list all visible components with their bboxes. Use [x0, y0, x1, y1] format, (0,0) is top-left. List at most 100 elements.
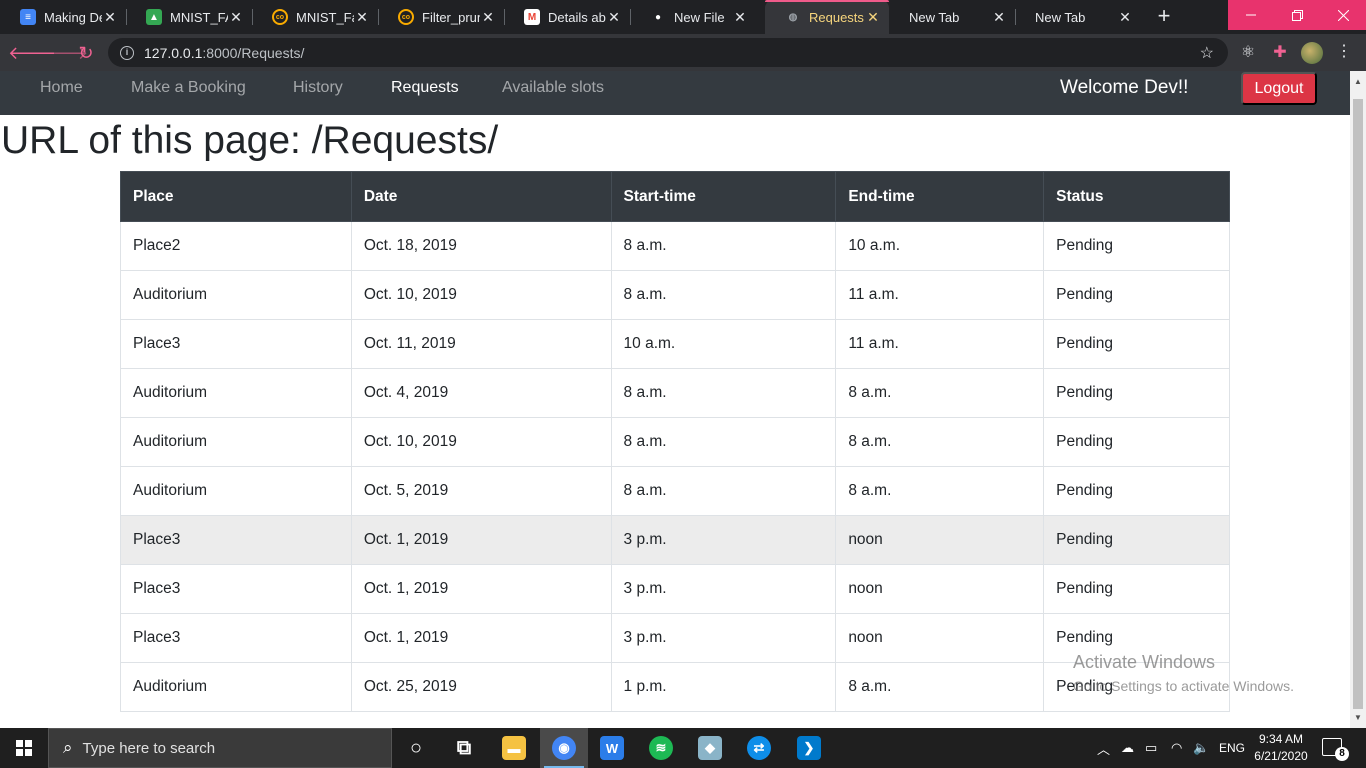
cell-start-time: 1 p.m.	[610, 662, 837, 712]
taskbar-app-button[interactable]: ❯	[785, 728, 833, 768]
nav-link-available-slots[interactable]: Available slots	[502, 79, 604, 97]
header-place: Place	[120, 171, 352, 222]
taskbar-app-button[interactable]: ⧉	[440, 728, 488, 768]
taskbar-app-button[interactable]: ▬	[490, 728, 538, 768]
cortana-icon: ○	[409, 736, 423, 759]
clock-time: 9:34 AM	[1258, 732, 1304, 746]
teamviewer-icon: ⇄	[747, 736, 771, 760]
show-hidden-icons-button[interactable]: ︿	[1097, 728, 1110, 768]
browser-tab[interactable]: co MNIST_Fasl✕	[252, 0, 378, 34]
tab-close-icon[interactable]: ✕	[102, 9, 118, 26]
restore-button[interactable]	[1274, 0, 1320, 30]
nav-link-home[interactable]: Home	[40, 79, 83, 97]
browser-tab[interactable]: New Tab ✕	[889, 0, 1015, 34]
cell-date: Oct. 1, 2019	[350, 515, 612, 565]
volume-icon[interactable]: 🔈	[1193, 728, 1209, 768]
profile-avatar[interactable]	[1301, 42, 1323, 64]
scrollbar-thumb[interactable]	[1353, 99, 1363, 709]
back-button[interactable]: 🡐	[8, 40, 56, 66]
tab-title: Making Dec	[44, 9, 102, 25]
tab-close-icon[interactable]: ✕	[865, 9, 881, 26]
browser-tab[interactable]: New Tab ✕	[1015, 0, 1141, 34]
header-start-time: Start-time	[610, 171, 837, 222]
header-date: Date	[350, 171, 612, 222]
forward-button[interactable]: 🡒	[40, 40, 88, 66]
cell-place: Place3	[120, 613, 352, 663]
taskbar-app-button[interactable]: ◆	[686, 728, 734, 768]
cell-end-time: 11 a.m.	[835, 319, 1045, 369]
notification-center-icon[interactable]: 8	[1322, 738, 1349, 761]
bookmark-star-icon[interactable]: ☆	[1200, 43, 1214, 63]
table-row: Auditorium Oct. 10, 2019 8 a.m. 11 a.m. Pend…	[120, 270, 1230, 320]
cell-start-time: 10 a.m.	[610, 319, 837, 369]
cell-place: Place2	[120, 221, 352, 271]
url-path: :8000/Requests/	[202, 44, 305, 61]
wps-writer-icon: W	[600, 736, 624, 760]
cell-place: Auditorium	[120, 466, 352, 516]
chrome-icon: ◉	[552, 736, 576, 760]
cell-end-time: 11 a.m.	[835, 270, 1045, 320]
cell-date: Oct. 1, 2019	[350, 613, 612, 663]
vscode-icon: ❯	[797, 736, 821, 760]
url-host: 127.0.0.1	[144, 44, 203, 61]
cell-end-time: 10 a.m.	[835, 221, 1045, 271]
tab-close-icon[interactable]: ✕	[480, 9, 496, 26]
site-info-icon[interactable]: i	[120, 45, 134, 60]
close-window-button[interactable]	[1320, 0, 1366, 30]
new-tab-button[interactable]: +	[1152, 5, 1176, 29]
reload-button[interactable]: ↻	[73, 40, 99, 66]
logout-button[interactable]: Logout	[1241, 72, 1317, 105]
taskbar-app-button[interactable]: ○	[392, 728, 440, 768]
browser-tab[interactable]: ● New File ✕	[630, 0, 756, 34]
language-indicator[interactable]: ENG	[1219, 728, 1245, 768]
minimize-button[interactable]	[1228, 0, 1274, 30]
taskbar-search-box[interactable]: ⌕ Type here to search	[48, 728, 392, 768]
taskbar-app-button[interactable]: ≋	[637, 728, 685, 768]
taskbar-app-button[interactable]: W	[588, 728, 636, 768]
tab-close-icon[interactable]: ✕	[991, 9, 1007, 26]
browser-tab[interactable]: ▲ MNIST_FASI✕	[126, 0, 252, 34]
extensions-puzzle-icon[interactable]: ✚	[1270, 43, 1290, 63]
cell-date: Oct. 25, 2019	[350, 662, 612, 712]
cell-place: Place3	[120, 564, 352, 614]
tab-close-icon[interactable]: ✕	[606, 9, 622, 26]
browser-tab[interactable]: co Filter_prunir✕	[378, 0, 504, 34]
tab-close-icon[interactable]: ✕	[732, 9, 748, 26]
table-row: Place3 Oct. 1, 2019 3 p.m. noon Pending	[120, 613, 1230, 663]
start-button[interactable]	[0, 728, 48, 768]
taskbar-app-button[interactable]: ⇄	[735, 728, 783, 768]
network-cloud-icon[interactable]: ☁	[1121, 728, 1134, 768]
colab-icon: co	[398, 9, 414, 25]
system-clock[interactable]: 9:34 AM 6/21/2020	[1250, 731, 1312, 765]
menu-kebab-icon[interactable]: ⋮	[1336, 42, 1352, 62]
page-scrollbar[interactable]: ▲ ▼	[1350, 71, 1366, 728]
tab-close-icon[interactable]: ✕	[354, 9, 370, 26]
header-end-time: End-time	[835, 171, 1045, 222]
react-devtools-icon[interactable]: ⚛	[1238, 43, 1258, 63]
clock-date: 6/21/2020	[1254, 749, 1308, 763]
browser-tab[interactable]: ◍ Requests ✕	[765, 0, 889, 34]
cell-date: Oct. 18, 2019	[350, 221, 612, 271]
taskbar-app-button[interactable]: ◉	[540, 728, 588, 768]
table-row: Place2 Oct. 18, 2019 8 a.m. 10 a.m. Pending	[120, 221, 1230, 271]
cell-end-time: 8 a.m.	[835, 466, 1045, 516]
nav-link-make-booking[interactable]: Make a Booking	[131, 79, 246, 97]
scroll-up-icon[interactable]: ▲	[1354, 77, 1362, 86]
address-bar[interactable]: i 127.0.0.1:8000/Requests/ ☆	[108, 38, 1228, 67]
wifi-icon[interactable]: ◠	[1171, 728, 1182, 768]
nav-link-requests[interactable]: Requests	[391, 79, 459, 97]
cell-place: Auditorium	[120, 662, 352, 712]
cell-start-time: 8 a.m.	[610, 221, 837, 271]
nav-link-history[interactable]: History	[293, 79, 343, 97]
welcome-message: Welcome Dev!!	[1060, 77, 1189, 98]
table-row: Auditorium Oct. 25, 2019 1 p.m. 8 a.m. Pendi…	[120, 662, 1230, 712]
browser-tab[interactable]: ≡ Making Dec✕	[0, 0, 126, 34]
cell-status: Pending	[1043, 221, 1230, 271]
table-header-row: Place Date Start-time End-time Status	[120, 171, 1230, 222]
battery-icon[interactable]: ▭	[1145, 728, 1157, 768]
browser-tab[interactable]: M Details abo✕	[504, 0, 630, 34]
tab-close-icon[interactable]: ✕	[1117, 9, 1133, 26]
tab-close-icon[interactable]: ✕	[228, 9, 244, 26]
table-row: Auditorium Oct. 5, 2019 8 a.m. 8 a.m. Pendin…	[120, 466, 1230, 516]
scroll-down-icon[interactable]: ▼	[1354, 713, 1362, 722]
